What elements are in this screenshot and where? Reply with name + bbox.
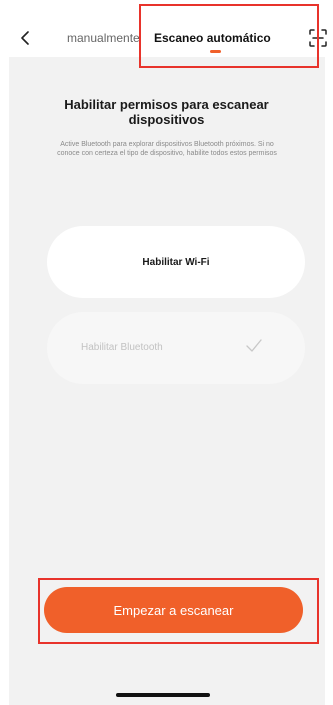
tab-auto-scan[interactable]: Escaneo automático (154, 31, 271, 45)
home-indicator (116, 693, 210, 697)
start-scan-label: Empezar a escanear (113, 602, 234, 618)
scan-frame-icon (309, 29, 327, 47)
screen: manualmente Escaneo automático Habilitar… (0, 0, 333, 705)
enable-bluetooth-label: Habilitar Bluetooth (81, 342, 163, 353)
tab-manual[interactable]: manualmente (67, 31, 140, 45)
back-button[interactable] (14, 27, 36, 49)
scan-code-button[interactable] (308, 28, 328, 48)
enable-bluetooth-button[interactable]: Habilitar Bluetooth (47, 312, 305, 384)
page-title: Habilitar permisos para escanear disposi… (64, 97, 269, 127)
chevron-left-icon (21, 31, 29, 45)
top-navigation-bar: manualmente Escaneo automático (0, 0, 333, 57)
active-tab-indicator (210, 50, 221, 53)
enable-wifi-button[interactable]: Habilitar Wi-Fi (47, 226, 305, 298)
permission-description: Active Bluetooth para explorar dispositi… (57, 141, 277, 157)
start-scan-button[interactable]: Empezar a escanear (44, 587, 303, 633)
enable-wifi-label: Habilitar Wi-Fi (142, 256, 210, 268)
checkmark-icon (246, 339, 262, 352)
